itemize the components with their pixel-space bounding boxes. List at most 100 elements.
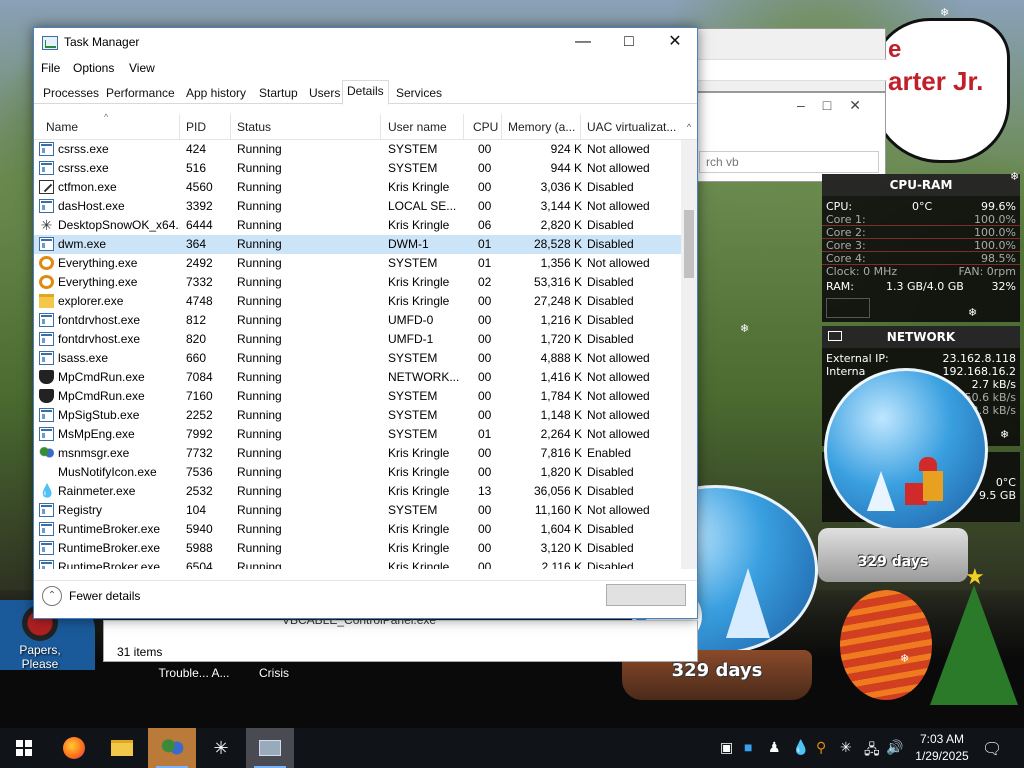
background-window-controls[interactable]: –□✕ (797, 97, 879, 114)
cell-memory: 7,816 K (540, 446, 582, 460)
tray-search-icon[interactable]: ⚲ (816, 739, 826, 756)
column-status[interactable]: Status (237, 120, 271, 134)
network-rate: 2.7 kB/s (971, 378, 1016, 391)
column-divider[interactable] (501, 114, 502, 140)
tray-snow-icon[interactable]: ✳ (840, 739, 852, 756)
background-window-top[interactable] (694, 28, 887, 92)
title-bar[interactable]: Task Manager — □ ✕ (34, 28, 697, 58)
snowflake-icon: ❄ (1010, 171, 1020, 183)
background-search-input[interactable]: rch vb (699, 151, 879, 173)
column-uac[interactable]: UAC virtualizat... (587, 120, 676, 134)
table-row[interactable]: ctfmon.exe 4560 Running Kris Kringle 00 3,036… (34, 178, 681, 197)
tray-rainmeter-icon[interactable]: 💧 (792, 739, 809, 756)
table-row[interactable]: ✳ DesktopSnowOK_x64... 6444 Running Kris Kri… (34, 216, 681, 235)
table-row[interactable]: fontdrvhost.exe 812 Running UMFD-0 00 1,216 K… (34, 311, 681, 330)
table-row[interactable]: RuntimeBroker.exe 5940 Running Kris Kringle… (34, 520, 681, 539)
table-row[interactable]: csrss.exe 516 Running SYSTEM 00 944 K Not allo… (34, 159, 681, 178)
tab-details[interactable]: Details (342, 80, 389, 105)
menu-file[interactable]: File (41, 61, 60, 75)
table-row[interactable]: MpCmdRun.exe 7084 Running NETWORK... 00 1,416… (34, 368, 681, 387)
speech-bubble-top-text: e (888, 36, 902, 63)
cell-status: Running (237, 503, 282, 517)
taskbar-desktop-snow[interactable]: ✳ (197, 728, 245, 768)
tray-network-icon[interactable]: 🖧 (864, 739, 880, 763)
table-row[interactable]: Everything.exe 2492 Running SYSTEM 01 1,356 K… (34, 254, 681, 273)
menu-view[interactable]: View (129, 61, 155, 75)
table-row[interactable]: csrss.exe 424 Running SYSTEM 00 924 K Not allo… (34, 140, 681, 159)
tab-startup[interactable]: Startup (254, 82, 303, 104)
scrollbar-thumb[interactable] (684, 210, 694, 278)
scroll-up-icon[interactable]: ^ (681, 114, 697, 140)
column-divider[interactable] (230, 114, 231, 140)
table-row[interactable]: explorer.exe 4748 Running Kris Kringle 00 27,… (34, 292, 681, 311)
window-icon (39, 427, 54, 441)
fewer-details-link[interactable]: Fewer details (69, 589, 140, 603)
desktop-icon-crisis[interactable]: Crisis (234, 666, 314, 680)
santa-hat-icon (919, 457, 937, 471)
cell-memory: 1,720 K (540, 332, 582, 346)
maximize-button[interactable]: □ (606, 28, 652, 58)
column-pid[interactable]: PID (186, 120, 206, 134)
cell-cpu: 00 (478, 389, 492, 403)
background-explorer-window[interactable]: –□✕ rch vb (694, 92, 886, 182)
vertical-scrollbar[interactable] (681, 140, 697, 569)
cell-uac: Not allowed (587, 427, 650, 441)
table-row[interactable]: RuntimeBroker.exe 6504 Running Kris Kringle… (34, 558, 681, 569)
tab-services[interactable]: Services (391, 82, 447, 104)
table-row[interactable]: dwm.exe 364 Running DWM-1 01 28,528 K Disabled (34, 235, 681, 254)
cell-status: Running (237, 389, 282, 403)
system-clock[interactable]: 7:03 AM 1/29/2025 (912, 731, 972, 765)
monitor-icon (828, 331, 842, 341)
table-row[interactable]: dasHost.exe 3392 Running LOCAL SE... 00 3,144… (34, 197, 681, 216)
taskbar-firefox[interactable] (50, 728, 98, 768)
tab-performance[interactable]: Performance (101, 82, 180, 104)
column-divider[interactable] (179, 114, 180, 140)
cell-cpu: 00 (478, 370, 492, 384)
table-row[interactable]: MusNotifyIcon.exe 7536 Running Kris Kringle… (34, 463, 681, 482)
cell-pid: 516 (186, 161, 207, 175)
cell-uac: Not allowed (587, 408, 650, 422)
table-row[interactable]: MpSigStub.exe 2252 Running SYSTEM 00 1,148 K N… (34, 406, 681, 425)
minimize-button[interactable]: — (560, 28, 606, 58)
snowflake-icon: ✳ (213, 738, 229, 758)
tray-volume-icon[interactable]: 🔊 (886, 739, 903, 756)
cell-cpu: 00 (478, 446, 492, 460)
notifications-icon[interactable]: 🗨 (982, 739, 1002, 759)
tab-users[interactable]: Users (304, 82, 345, 104)
end-task-button[interactable] (606, 584, 686, 606)
external-ip-row: External IP: 23.162.8.118 (822, 352, 1020, 365)
cell-pid: 6504 (186, 560, 213, 569)
table-row[interactable]: Registry 104 Running SYSTEM 00 11,160 K Not al… (34, 501, 681, 520)
close-button[interactable]: ✕ (652, 28, 698, 58)
table-row[interactable]: msnmsgr.exe 7732 Running Kris Kringle 00 7,81… (34, 444, 681, 463)
start-button[interactable] (0, 728, 48, 768)
chevron-up-icon[interactable]: ⌃ (42, 586, 62, 606)
cell-uac: Disabled (587, 560, 634, 569)
table-row[interactable]: 💧 Rainmeter.exe 2532 Running Kris Kringle 13 3… (34, 482, 681, 501)
taskbar-file-explorer[interactable] (98, 728, 146, 768)
clock-date: 1/29/2025 (915, 749, 969, 763)
tray-defender-icon[interactable]: ■ (744, 739, 752, 755)
column-divider[interactable] (580, 114, 581, 140)
taskbar-task-manager[interactable] (246, 728, 294, 768)
tab-processes[interactable]: Processes (38, 82, 104, 104)
menu-options[interactable]: Options (73, 61, 114, 75)
table-row[interactable]: MpCmdRun.exe 7160 Running SYSTEM 00 1,784 K No… (34, 387, 681, 406)
tray-screen-icon[interactable]: ▣ (720, 739, 733, 756)
column-divider[interactable] (380, 114, 381, 140)
desktop-icon-trouble[interactable]: Trouble... A... (154, 666, 234, 680)
tray-messenger-icon[interactable]: ♟ (768, 739, 781, 756)
column-divider[interactable] (463, 114, 464, 140)
taskbar-msn-messenger[interactable] (148, 728, 196, 768)
clock-time: 7:03 AM (919, 732, 965, 746)
column-memory[interactable]: Memory (a... (508, 120, 575, 134)
table-row[interactable]: fontdrvhost.exe 820 Running UMFD-1 00 1,720 K… (34, 330, 681, 349)
tab-app-history[interactable]: App history (181, 82, 251, 104)
table-row[interactable]: lsass.exe 660 Running SYSTEM 00 4,888 K Not al… (34, 349, 681, 368)
column-cpu[interactable]: CPU (473, 120, 498, 134)
column-user-name[interactable]: User name (388, 120, 447, 134)
table-row[interactable]: RuntimeBroker.exe 5988 Running Kris Kringle… (34, 539, 681, 558)
table-row[interactable]: MsMpEng.exe 7992 Running SYSTEM 01 2,264 K Not… (34, 425, 681, 444)
column-name[interactable]: Name (46, 120, 78, 134)
table-row[interactable]: Everything.exe 7332 Running Kris Kringle 02 5… (34, 273, 681, 292)
